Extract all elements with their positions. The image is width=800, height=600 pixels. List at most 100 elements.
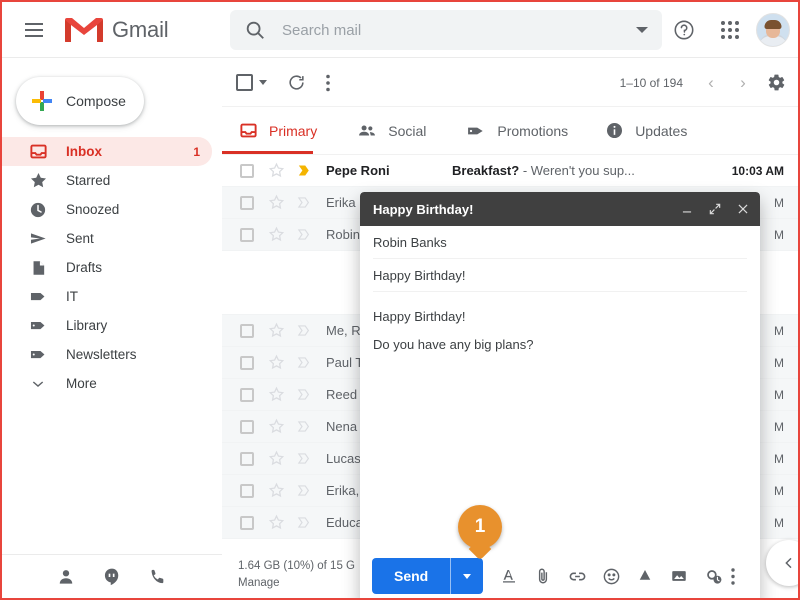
tab-social[interactable]: Social [331, 107, 440, 154]
top-right-actions [664, 2, 790, 58]
star-icon [28, 171, 48, 191]
important-icon[interactable] [296, 418, 314, 435]
important-icon[interactable] [296, 354, 314, 371]
chevron-left-icon[interactable]: ‹ [697, 69, 725, 97]
tab-label: Primary [269, 122, 318, 139]
important-icon[interactable] [296, 450, 314, 467]
chevron-right-icon[interactable]: › [729, 69, 757, 97]
attach-file-icon[interactable] [533, 566, 553, 586]
compose-right-actions [723, 566, 760, 586]
tab-promotions[interactable]: Promotions [440, 107, 582, 154]
sidebar-item-label: IT [66, 289, 78, 304]
confidential-mode-icon[interactable] [703, 566, 723, 586]
row-checkbox[interactable] [240, 355, 254, 370]
sidebar-item-library[interactable]: Library [2, 311, 212, 340]
star-icon[interactable] [268, 194, 286, 211]
tab-updates[interactable]: Updates [582, 107, 701, 154]
row-checkbox[interactable] [240, 195, 254, 210]
star-icon[interactable] [268, 450, 286, 467]
more-vertical-icon[interactable] [723, 566, 743, 586]
expand-icon[interactable] [708, 202, 722, 216]
list-toolbar: 1–10 of 194 ‹ › [222, 59, 798, 107]
star-icon[interactable] [268, 514, 286, 531]
table-row[interactable]: Pepe Roni Breakfast? - Weren't you sup..… [222, 155, 798, 187]
sidebar-item-more[interactable]: More [2, 369, 212, 398]
subject-cell: Breakfast? - Weren't you sup... [452, 163, 724, 178]
person-icon[interactable] [56, 567, 76, 587]
sidebar-item-newsletters[interactable]: Newsletters [2, 340, 212, 369]
compose-window-actions [680, 202, 750, 216]
sidebar-item-inbox[interactable]: Inbox 1 [2, 137, 212, 166]
close-icon[interactable] [736, 202, 750, 216]
star-icon[interactable] [268, 482, 286, 499]
tab-label: Social [388, 122, 427, 139]
snippet-text: - Weren't you sup... [522, 163, 635, 178]
sidebar-item-sent[interactable]: Sent [2, 224, 212, 253]
sidebar-item-starred[interactable]: Starred [2, 166, 212, 195]
hangouts-icon[interactable] [102, 567, 122, 587]
more-vertical-icon[interactable] [326, 74, 330, 92]
select-all-checkbox[interactable] [236, 74, 253, 91]
subject-text: Breakfast? [452, 163, 520, 178]
search-input[interactable] [282, 21, 636, 39]
send-icon [28, 229, 48, 249]
marker-number: 1 [474, 516, 486, 537]
star-icon[interactable] [268, 386, 286, 403]
important-icon[interactable] [296, 514, 314, 531]
message-body[interactable]: Happy Birthday! Do you have any big plan… [360, 292, 760, 359]
search-bar[interactable] [230, 10, 662, 50]
compose-header[interactable]: Happy Birthday! [360, 192, 760, 226]
gear-icon[interactable] [767, 73, 786, 92]
trash-icon[interactable] [759, 566, 760, 586]
row-checkbox[interactable] [240, 387, 254, 402]
important-icon[interactable] [296, 482, 314, 499]
sidebar-item-drafts[interactable]: Drafts [2, 253, 212, 282]
search-options-icon[interactable] [636, 27, 648, 33]
sidebar-item-snoozed[interactable]: Snoozed [2, 195, 212, 224]
help-icon[interactable] [664, 10, 704, 50]
important-icon[interactable] [296, 386, 314, 403]
insert-emoji-icon[interactable] [601, 566, 621, 586]
row-checkbox[interactable] [240, 483, 254, 498]
subject-field[interactable]: Happy Birthday! [373, 259, 747, 292]
label-icon [28, 345, 48, 365]
select-all-chevron-down-icon[interactable] [259, 80, 267, 85]
phone-icon[interactable] [148, 567, 168, 587]
send-options-chevron-down-icon[interactable] [451, 573, 483, 579]
row-checkbox[interactable] [240, 515, 254, 530]
refresh-icon[interactable] [287, 73, 306, 92]
hamburger-icon[interactable] [10, 6, 58, 54]
star-icon[interactable] [268, 226, 286, 243]
avatar[interactable] [756, 13, 790, 47]
important-icon[interactable] [296, 194, 314, 211]
send-divider [450, 558, 452, 594]
format-text-icon[interactable] [499, 566, 519, 586]
google-drive-icon[interactable] [635, 566, 655, 586]
important-icon[interactable] [296, 322, 314, 339]
row-checkbox[interactable] [240, 451, 254, 466]
recipient-field[interactable]: Robin Banks [373, 226, 747, 259]
row-checkbox[interactable] [240, 323, 254, 338]
compose-title: Happy Birthday! [373, 201, 474, 217]
insert-photo-icon[interactable] [669, 566, 689, 586]
important-icon[interactable] [296, 226, 314, 243]
compose-button[interactable]: Compose [16, 77, 144, 125]
row-checkbox[interactable] [240, 227, 254, 242]
people-icon [357, 121, 377, 141]
star-icon[interactable] [268, 162, 286, 179]
info-icon [604, 121, 624, 141]
row-checkbox[interactable] [240, 419, 254, 434]
apps-grid-icon[interactable] [710, 10, 750, 50]
minimize-icon[interactable] [680, 202, 694, 216]
star-icon[interactable] [268, 354, 286, 371]
gmail-logo: Gmail [64, 15, 169, 45]
category-tabs: Primary Social Promotions Updates [222, 107, 798, 155]
star-icon[interactable] [268, 418, 286, 435]
row-checkbox[interactable] [240, 163, 254, 178]
star-icon[interactable] [268, 322, 286, 339]
insert-link-icon[interactable] [567, 566, 587, 586]
tab-primary[interactable]: Primary [222, 107, 331, 154]
sidebar-item-it[interactable]: IT [2, 282, 212, 311]
important-icon[interactable] [296, 162, 314, 179]
send-button[interactable]: Send [372, 558, 484, 594]
